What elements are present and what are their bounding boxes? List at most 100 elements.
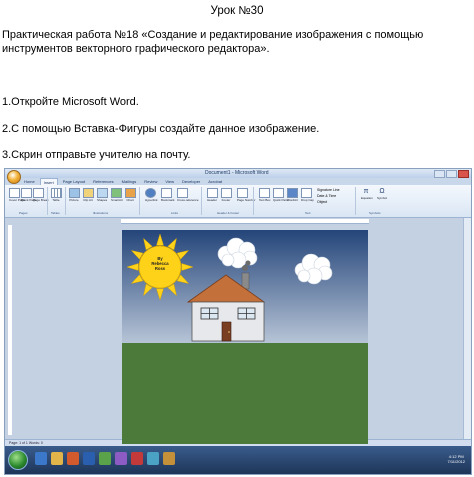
omega-icon: Ω — [379, 188, 385, 195]
smartart-button[interactable]: SmartArt — [111, 188, 123, 202]
tab-developer[interactable]: Developer — [179, 178, 203, 185]
cover-page-button[interactable]: Cover Page — [9, 188, 25, 202]
window-controls — [434, 170, 469, 178]
equation-label: Equation — [361, 196, 373, 200]
group-text: Text — [305, 211, 311, 215]
app-icon[interactable] — [131, 452, 143, 465]
house-drawing: By Rebecca Ross — [122, 230, 368, 444]
cross-reference-icon — [177, 188, 188, 198]
tab-review[interactable]: Review — [141, 178, 160, 185]
group-divider — [139, 187, 140, 215]
object-item[interactable]: Object — [317, 200, 327, 205]
wordart-button[interactable]: WordArt — [287, 188, 298, 202]
folder-icon[interactable] — [51, 452, 63, 465]
clip-art-icon — [83, 188, 94, 198]
page-break-button[interactable]: Page Break — [33, 188, 49, 202]
page-number-icon — [237, 188, 248, 198]
horizontal-ruler[interactable] — [121, 219, 369, 224]
tab-insert[interactable]: Insert — [39, 178, 58, 185]
chart-icon — [125, 188, 136, 198]
tab-home[interactable]: Home — [21, 178, 38, 185]
start-button[interactable] — [8, 450, 28, 470]
symbol-label: Symbol — [377, 196, 388, 200]
assignment-text: Практическая работа №18 «Создание и реда… — [2, 29, 424, 55]
table-button[interactable]: Table — [51, 188, 62, 202]
smartart-label: SmartArt — [111, 198, 123, 202]
group-divider — [253, 187, 254, 215]
clip-art-button[interactable]: Clip Art — [83, 188, 94, 202]
word-titlebar: Document1 - Microsoft Word — [5, 169, 471, 178]
group-illustrations: Illustrations — [93, 211, 109, 215]
cover-page-label: Cover Page — [9, 198, 25, 202]
app-icon[interactable] — [163, 452, 175, 465]
media-player-icon[interactable] — [67, 452, 79, 465]
door — [221, 321, 232, 342]
shapes-icon — [97, 188, 108, 198]
clock-date: 7/11/2012 — [447, 459, 466, 464]
footer-label: Footer — [221, 198, 231, 202]
vertical-ruler[interactable] — [8, 225, 12, 435]
app-icon[interactable] — [115, 452, 127, 465]
tab-references[interactable]: References — [90, 178, 116, 185]
group-divider — [65, 187, 66, 215]
cross-reference-button[interactable]: Cross-reference — [177, 188, 199, 202]
symbol-button[interactable]: Ω Symbol — [377, 188, 387, 202]
signature-line-item[interactable]: Signature Line — [317, 188, 340, 193]
hyperlink-button[interactable]: Hyperlink — [145, 188, 158, 202]
tab-acrobat[interactable]: Acrobat — [205, 178, 225, 185]
tab-view[interactable]: View — [162, 178, 177, 185]
picture-button[interactable]: Picture — [69, 188, 80, 202]
table-label: Table — [52, 198, 60, 202]
blank-page-button[interactable]: Blank Page — [21, 188, 36, 202]
ribbon: Cover Page Blank Page Page Break Pages T… — [5, 185, 471, 218]
smartart-icon — [111, 188, 122, 198]
group-tables: Tables — [51, 211, 60, 215]
quick-parts-icon — [273, 188, 284, 198]
status-text: Page: 1 of 1 Words: 0 — [9, 441, 43, 445]
vertical-scrollbar[interactable] — [463, 218, 471, 439]
cover-page-icon — [9, 188, 20, 198]
drop-cap-icon — [301, 188, 312, 198]
ie-icon[interactable] — [35, 452, 47, 465]
text-box-button[interactable]: Text Box — [259, 188, 271, 202]
equation-button[interactable]: π Equation — [361, 188, 373, 202]
windows-taskbar: 4:12 PM 7/11/2012 — [5, 446, 471, 474]
drop-cap-label: Drop Cap — [301, 198, 314, 202]
picture-label: Picture — [69, 198, 79, 202]
step-2: 2.С помощью Вставка-Фигуры создайте данн… — [2, 123, 320, 135]
window — [200, 307, 219, 320]
blank-page-icon — [21, 188, 32, 198]
ribbon-tabs: Home Insert Page Layout References Maili… — [21, 178, 225, 185]
shapes-button[interactable]: Shapes — [97, 188, 108, 202]
word-taskbar-icon[interactable] — [83, 452, 95, 465]
date-time-item[interactable]: Date & Time — [317, 194, 336, 199]
page-number-button[interactable]: Page Number — [237, 188, 256, 202]
footer-button[interactable]: Footer — [221, 188, 232, 202]
app-icon[interactable] — [147, 452, 159, 465]
maximize-icon[interactable] — [446, 170, 457, 178]
hyperlink-label: Hyperlink — [145, 198, 158, 202]
quick-parts-button[interactable]: Quick Parts — [273, 188, 289, 202]
step-3: 3.Скрин отправьте учителю на почту. — [2, 149, 191, 161]
taskbar-clock[interactable]: 4:12 PM 7/11/2012 — [448, 454, 466, 464]
office-button[interactable] — [7, 170, 21, 184]
group-divider — [355, 187, 356, 215]
group-header-footer: Header & Footer — [217, 211, 240, 215]
header-icon — [207, 188, 218, 198]
app-icon[interactable] — [99, 452, 111, 465]
drop-cap-button[interactable]: Drop Cap — [301, 188, 314, 202]
group-divider — [47, 187, 48, 215]
shapes-label: Shapes — [97, 198, 108, 202]
tab-page-layout[interactable]: Page Layout — [60, 178, 88, 185]
drawing-canvas[interactable]: By Rebecca Ross — [122, 230, 368, 444]
page-break-label: Page Break — [33, 198, 49, 202]
header-button[interactable]: Header — [207, 188, 218, 202]
sun-label-line: Ross — [155, 266, 166, 271]
bookmark-button[interactable]: Bookmark — [161, 188, 175, 202]
cross-reference-label: Cross-reference — [177, 198, 199, 202]
tab-mailings[interactable]: Mailings — [119, 178, 140, 185]
group-symbols: Symbols — [369, 211, 381, 215]
chart-button[interactable]: Chart — [125, 188, 136, 202]
close-icon[interactable] — [458, 170, 469, 178]
minimize-icon[interactable] — [434, 170, 445, 178]
